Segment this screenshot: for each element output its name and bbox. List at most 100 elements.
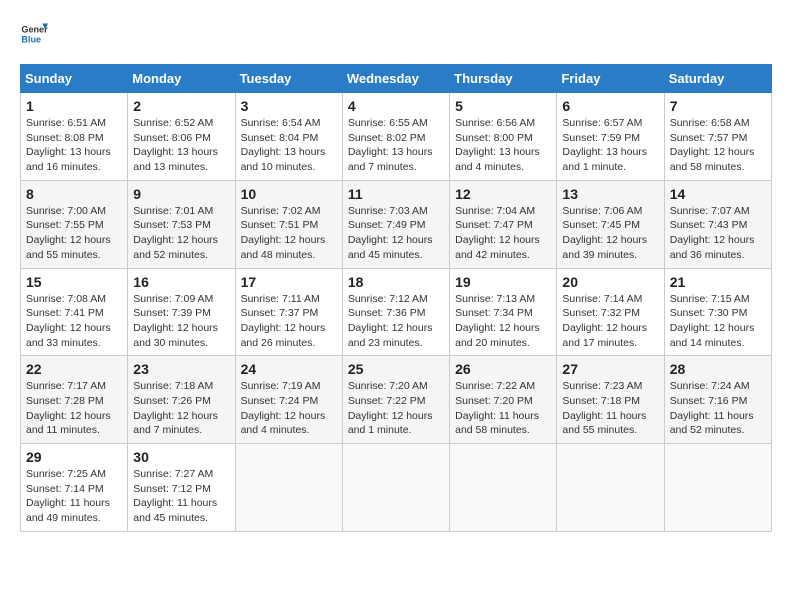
- day-info: Sunrise: 7:18 AM Sunset: 7:26 PM Dayligh…: [133, 379, 229, 438]
- day-number: 22: [26, 361, 122, 377]
- calendar-cell: 8 Sunrise: 7:00 AM Sunset: 7:55 PM Daylig…: [21, 180, 128, 268]
- day-info: Sunrise: 7:07 AM Sunset: 7:43 PM Dayligh…: [670, 204, 766, 263]
- calendar-cell: 16 Sunrise: 7:09 AM Sunset: 7:39 PM Dayli…: [128, 268, 235, 356]
- day-number: 15: [26, 274, 122, 290]
- calendar-cell: 3Sunrise: 6:54 AM Sunset: 8:04 PM Daylig…: [235, 93, 342, 181]
- calendar-week-row: 8 Sunrise: 7:00 AM Sunset: 7:55 PM Daylig…: [21, 180, 772, 268]
- day-number: 14: [670, 186, 766, 202]
- day-info: Sunrise: 7:03 AM Sunset: 7:49 PM Dayligh…: [348, 204, 444, 263]
- calendar-cell: 28 Sunrise: 7:24 AM Sunset: 7:16 PM Dayli…: [664, 356, 771, 444]
- calendar-cell: 22 Sunrise: 7:17 AM Sunset: 7:28 PM Dayli…: [21, 356, 128, 444]
- logo: General Blue: [20, 20, 52, 48]
- day-info: Sunrise: 7:25 AM Sunset: 7:14 PM Dayligh…: [26, 467, 122, 526]
- day-number: 12: [455, 186, 551, 202]
- day-number: 10: [241, 186, 337, 202]
- day-info: Sunrise: 7:11 AM Sunset: 7:37 PM Dayligh…: [241, 292, 337, 351]
- day-number: 2: [133, 98, 229, 114]
- day-number: 28: [670, 361, 766, 377]
- day-number: 26: [455, 361, 551, 377]
- calendar-cell: 24 Sunrise: 7:19 AM Sunset: 7:24 PM Dayli…: [235, 356, 342, 444]
- header: General Blue: [20, 20, 772, 48]
- weekday-header: Saturday: [664, 65, 771, 93]
- day-info: Sunrise: 6:55 AM Sunset: 8:02 PM Dayligh…: [348, 116, 444, 175]
- day-number: 18: [348, 274, 444, 290]
- day-info: Sunrise: 7:19 AM Sunset: 7:24 PM Dayligh…: [241, 379, 337, 438]
- calendar-cell: 10Sunrise: 7:02 AM Sunset: 7:51 PM Dayli…: [235, 180, 342, 268]
- calendar-cell: 30Sunrise: 7:27 AM Sunset: 7:12 PM Dayli…: [128, 444, 235, 532]
- day-info: Sunrise: 7:01 AM Sunset: 7:53 PM Dayligh…: [133, 204, 229, 263]
- weekday-header: Tuesday: [235, 65, 342, 93]
- day-info: Sunrise: 7:06 AM Sunset: 7:45 PM Dayligh…: [562, 204, 658, 263]
- calendar-cell: 29 Sunrise: 7:25 AM Sunset: 7:14 PM Dayli…: [21, 444, 128, 532]
- day-info: Sunrise: 7:24 AM Sunset: 7:16 PM Dayligh…: [670, 379, 766, 438]
- calendar-cell: 14 Sunrise: 7:07 AM Sunset: 7:43 PM Dayli…: [664, 180, 771, 268]
- day-info: Sunrise: 7:09 AM Sunset: 7:39 PM Dayligh…: [133, 292, 229, 351]
- day-info: Sunrise: 7:14 AM Sunset: 7:32 PM Dayligh…: [562, 292, 658, 351]
- day-number: 17: [241, 274, 337, 290]
- day-info: Sunrise: 6:56 AM Sunset: 8:00 PM Dayligh…: [455, 116, 551, 175]
- day-number: 19: [455, 274, 551, 290]
- day-info: Sunrise: 7:08 AM Sunset: 7:41 PM Dayligh…: [26, 292, 122, 351]
- weekday-header: Sunday: [21, 65, 128, 93]
- day-number: 25: [348, 361, 444, 377]
- calendar-week-row: 22 Sunrise: 7:17 AM Sunset: 7:28 PM Dayli…: [21, 356, 772, 444]
- calendar-cell: 26 Sunrise: 7:22 AM Sunset: 7:20 PM Dayli…: [450, 356, 557, 444]
- calendar-cell: 19 Sunrise: 7:13 AM Sunset: 7:34 PM Dayli…: [450, 268, 557, 356]
- day-info: Sunrise: 6:57 AM Sunset: 7:59 PM Dayligh…: [562, 116, 658, 175]
- day-info: Sunrise: 7:20 AM Sunset: 7:22 PM Dayligh…: [348, 379, 444, 438]
- day-number: 6: [562, 98, 658, 114]
- calendar-cell: [235, 444, 342, 532]
- calendar-cell: 7Sunrise: 6:58 AM Sunset: 7:57 PM Daylig…: [664, 93, 771, 181]
- calendar-cell: [557, 444, 664, 532]
- calendar-cell: 2Sunrise: 6:52 AM Sunset: 8:06 PM Daylig…: [128, 93, 235, 181]
- day-info: Sunrise: 6:51 AM Sunset: 8:08 PM Dayligh…: [26, 116, 122, 175]
- calendar-cell: 17 Sunrise: 7:11 AM Sunset: 7:37 PM Dayli…: [235, 268, 342, 356]
- weekday-header: Monday: [128, 65, 235, 93]
- calendar-cell: 21Sunrise: 7:15 AM Sunset: 7:30 PM Dayli…: [664, 268, 771, 356]
- day-info: Sunrise: 7:27 AM Sunset: 7:12 PM Dayligh…: [133, 467, 229, 526]
- day-number: 9: [133, 186, 229, 202]
- day-number: 16: [133, 274, 229, 290]
- calendar-cell: 27Sunrise: 7:23 AM Sunset: 7:18 PM Dayli…: [557, 356, 664, 444]
- day-number: 5: [455, 98, 551, 114]
- calendar-cell: [342, 444, 449, 532]
- calendar-week-row: 1 Sunrise: 6:51 AM Sunset: 8:08 PM Daylig…: [21, 93, 772, 181]
- day-number: 7: [670, 98, 766, 114]
- calendar-cell: [450, 444, 557, 532]
- day-info: Sunrise: 7:23 AM Sunset: 7:18 PM Dayligh…: [562, 379, 658, 438]
- calendar-cell: 5 Sunrise: 6:56 AM Sunset: 8:00 PM Daylig…: [450, 93, 557, 181]
- day-number: 23: [133, 361, 229, 377]
- svg-text:Blue: Blue: [21, 34, 41, 44]
- logo-icon: General Blue: [20, 20, 48, 48]
- day-number: 1: [26, 98, 122, 114]
- calendar-cell: 15 Sunrise: 7:08 AM Sunset: 7:41 PM Dayli…: [21, 268, 128, 356]
- day-info: Sunrise: 7:22 AM Sunset: 7:20 PM Dayligh…: [455, 379, 551, 438]
- day-number: 11: [348, 186, 444, 202]
- calendar-cell: 9 Sunrise: 7:01 AM Sunset: 7:53 PM Daylig…: [128, 180, 235, 268]
- day-number: 8: [26, 186, 122, 202]
- day-number: 24: [241, 361, 337, 377]
- calendar-cell: 18 Sunrise: 7:12 AM Sunset: 7:36 PM Dayli…: [342, 268, 449, 356]
- weekday-header: Wednesday: [342, 65, 449, 93]
- weekday-header: Thursday: [450, 65, 557, 93]
- day-number: 21: [670, 274, 766, 290]
- day-info: Sunrise: 6:54 AM Sunset: 8:04 PM Dayligh…: [241, 116, 337, 175]
- calendar-week-row: 15 Sunrise: 7:08 AM Sunset: 7:41 PM Dayli…: [21, 268, 772, 356]
- calendar-cell: 25 Sunrise: 7:20 AM Sunset: 7:22 PM Dayli…: [342, 356, 449, 444]
- calendar-table: SundayMondayTuesdayWednesdayThursdayFrid…: [20, 64, 772, 532]
- weekday-header: Friday: [557, 65, 664, 93]
- calendar-cell: 23 Sunrise: 7:18 AM Sunset: 7:26 PM Dayli…: [128, 356, 235, 444]
- calendar-week-row: 29 Sunrise: 7:25 AM Sunset: 7:14 PM Dayli…: [21, 444, 772, 532]
- day-info: Sunrise: 7:04 AM Sunset: 7:47 PM Dayligh…: [455, 204, 551, 263]
- calendar-cell: [664, 444, 771, 532]
- day-number: 13: [562, 186, 658, 202]
- day-number: 4: [348, 98, 444, 114]
- day-number: 29: [26, 449, 122, 465]
- calendar-cell: 13 Sunrise: 7:06 AM Sunset: 7:45 PM Dayli…: [557, 180, 664, 268]
- day-info: Sunrise: 7:17 AM Sunset: 7:28 PM Dayligh…: [26, 379, 122, 438]
- day-info: Sunrise: 7:00 AM Sunset: 7:55 PM Dayligh…: [26, 204, 122, 263]
- day-info: Sunrise: 7:13 AM Sunset: 7:34 PM Dayligh…: [455, 292, 551, 351]
- day-info: Sunrise: 7:12 AM Sunset: 7:36 PM Dayligh…: [348, 292, 444, 351]
- calendar-header-row: SundayMondayTuesdayWednesdayThursdayFrid…: [21, 65, 772, 93]
- calendar-cell: 12 Sunrise: 7:04 AM Sunset: 7:47 PM Dayli…: [450, 180, 557, 268]
